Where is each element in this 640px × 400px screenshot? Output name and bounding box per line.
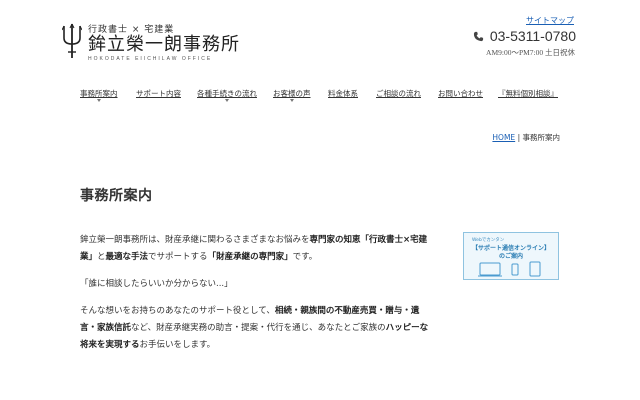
quote-paragraph: 「誰に相談したらいいか分からない...」	[80, 279, 233, 289]
nav-item-label: サポート内容	[136, 89, 181, 98]
nav-item-support[interactable]: サポート内容	[136, 88, 181, 99]
site-header: 行政書士 × 宅建業 鉾立榮一朗事務所 HOKODATE EIICHILAW O…	[0, 0, 640, 80]
nav-item-voices[interactable]: お客様の声	[273, 88, 311, 102]
phone-number[interactable]: 03-5311-0780	[473, 28, 576, 44]
nav-item-office[interactable]: 事務所案内	[80, 88, 118, 102]
nav-item-label: 事務所案内	[80, 89, 118, 98]
text-segment: お手伝いをします。	[139, 340, 216, 350]
phone-icon	[473, 31, 483, 41]
nav-item-consult-flow[interactable]: ご相談の流れ	[376, 88, 421, 99]
caret-down-icon	[225, 99, 229, 102]
nav-item-fees[interactable]: 料金体系	[328, 88, 358, 99]
text-segment: です。	[292, 252, 318, 262]
nav-item-free-consult[interactable]: 『無料個別相談』	[498, 88, 558, 99]
business-hours: AM9:00〜PM7:00 土日祝休	[486, 48, 575, 57]
caret-down-icon	[289, 99, 294, 102]
office-roman-name: HOKODATE EIICHILAW OFFICE	[88, 56, 213, 62]
nav-item-procedures[interactable]: 各種手続きの流れ	[197, 88, 257, 102]
phone-number-text: 03-5311-0780	[489, 28, 576, 44]
main-content: 鉾立榮一朗事務所は、財産承継に関わるさまざまなお悩みを専門家の知恵「行政書士×宅…	[80, 232, 436, 364]
logo-text: 行政書士 × 宅建業 鉾立榮一朗事務所 HOKODATE EIICHILAW O…	[88, 22, 240, 62]
sitemap-link[interactable]: サイトマップ	[526, 15, 574, 26]
bold-segment: 最適な手法	[105, 252, 149, 262]
breadcrumb-home-link[interactable]: HOME	[492, 133, 515, 142]
devices-icon	[478, 261, 541, 277]
nav-item-label: 各種手続きの流れ	[197, 89, 257, 98]
nav-item-label: お客様の声	[273, 89, 311, 98]
site-logo[interactable]: 行政書士 × 宅建業 鉾立榮一朗事務所 HOKODATE EIICHILAW O…	[62, 22, 240, 62]
page-title: 事務所案内	[80, 188, 153, 205]
text-segment: 鉾立榮一朗事務所は、財産承継に関わるさまざまなお悩みを	[80, 235, 310, 245]
office-name: 鉾立榮一朗事務所	[88, 34, 240, 55]
bold-segment: 「財産承継の専門家」	[207, 252, 293, 262]
online-support-banner[interactable]: Webでカンタン 【サポート通信オンライン】 のご案内	[463, 232, 559, 280]
nav-item-label: 『無料個別相談』	[498, 89, 558, 98]
caret-down-icon	[96, 99, 101, 102]
breadcrumb-separator: |	[517, 133, 521, 142]
text-segment: と	[97, 252, 106, 262]
breadcrumb: HOME | 事務所案内	[492, 132, 560, 143]
support-paragraph: そんな想いをお持ちのあなたのサポート役として、相続・親族間の不動産売買・贈与・遺…	[80, 303, 436, 354]
text-segment: でサポートする	[148, 252, 208, 262]
intro-paragraph: 鉾立榮一朗事務所は、財産承継に関わるさまざまなお悩みを専門家の知恵「行政書士×宅…	[80, 232, 436, 266]
text-segment: そんな想いをお持ちのあなたのサポート役として、	[80, 306, 275, 316]
nav-item-label: ご相談の流れ	[376, 89, 421, 98]
nav-item-label: 料金体系	[328, 89, 358, 98]
banner-line-3: のご案内	[498, 253, 523, 260]
breadcrumb-current: 事務所案内	[522, 133, 561, 142]
main-nav: 事務所案内 サポート内容 各種手続きの流れ お客様の声 料金体系 ご相談の流れ …	[80, 88, 560, 104]
text-segment: など、財産承継実務の助言・提案・代行を通じ、あなたとご家族の	[131, 323, 386, 333]
nav-item-label: お問い合わせ	[438, 89, 483, 98]
trident-icon	[62, 23, 82, 58]
nav-item-contact[interactable]: お問い合わせ	[438, 88, 483, 99]
